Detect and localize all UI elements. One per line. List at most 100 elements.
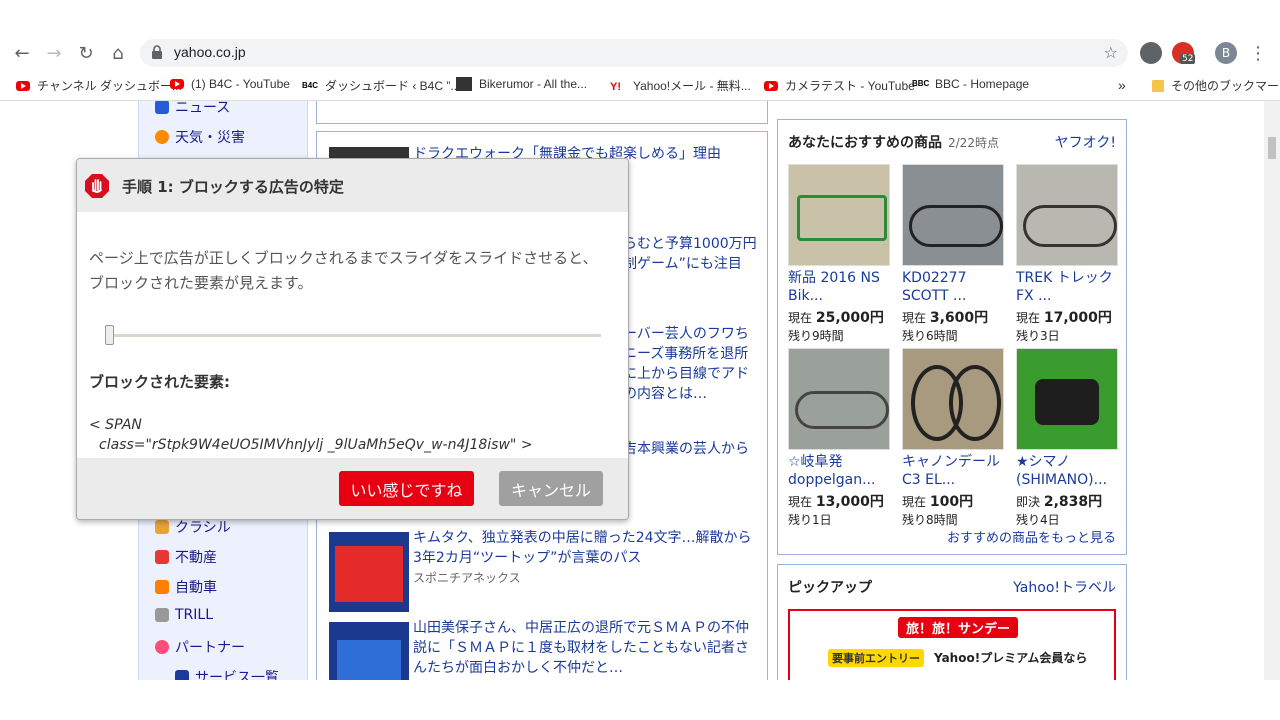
ok-button[interactable]: いい感じですね: [339, 471, 474, 506]
blocked-element-label: ブロックされた要素:: [89, 373, 230, 391]
stop-hand-icon: [85, 174, 109, 198]
slider-track[interactable]: [105, 334, 601, 337]
grid-icon: [175, 670, 189, 680]
calendar-icon: [155, 550, 169, 564]
product-image: [902, 164, 1004, 266]
banner-text: Yahoo!プレミアム会員なら: [934, 651, 1088, 665]
slider-thumb[interactable]: [105, 325, 114, 345]
scrollbar-thumb[interactable]: [1268, 137, 1276, 159]
profile-avatar[interactable]: B: [1215, 42, 1237, 64]
cancel-button[interactable]: キャンセル: [499, 471, 603, 506]
pickup-title: ピックアップ: [788, 580, 872, 596]
news-item[interactable]: 山田美保子さん、中居正広の退所で元ＳＭＡＰの不仲説に「ＳＭＡＰに１度も取材をした…: [413, 618, 753, 678]
banner-entry-badge: 要事前エントリー: [828, 649, 924, 667]
nav-item-kurashiru[interactable]: クラシル: [155, 517, 231, 537]
adblock-dialog: 手順 1: ブロックする広告の特定 ページ上で広告が正しくブロックされるまでスラ…: [76, 158, 629, 520]
bike-icon: [456, 77, 472, 91]
banner-headline: 旅！旅！サンデー: [898, 617, 1019, 638]
product-card[interactable]: ★シマノ(SHIMANO)... 即決 2,838円 残り4日: [1016, 348, 1118, 528]
product-image: [1016, 348, 1118, 450]
home-icon[interactable]: ⌂: [106, 41, 130, 65]
bookmark-item[interactable]: B4C ダッシュボード ‹ B4C ”...: [302, 77, 460, 94]
menu-icon[interactable]: ⋮: [1246, 41, 1270, 65]
news-item[interactable]: キムタク、独立発表の中居に贈った24文字…解散から3年2カ月“ツートップ”が言葉…: [413, 528, 753, 588]
bookmark-star-icon[interactable]: ☆: [1104, 43, 1118, 62]
bookmarks-bar: チャンネル ダッシュボー... (1) B4C - YouTube B4C ダッシ…: [0, 70, 1280, 101]
trill-icon: [155, 608, 169, 622]
product-image: [788, 164, 890, 266]
bbc-icon: BBC: [912, 79, 930, 88]
folder-icon: [1152, 79, 1164, 92]
product-image: [1016, 164, 1118, 266]
bookmark-item[interactable]: Bikerumor - All the...: [456, 77, 587, 91]
product-card[interactable]: 新品 2016 NS Bik... 現在 25,000円 残り9時間: [788, 164, 890, 344]
b4c-icon: B4C: [302, 80, 319, 90]
product-card[interactable]: キャノンデール C3 EL... 現在 100円 残り8時間: [902, 348, 1004, 528]
kurashiru-icon: [155, 520, 169, 534]
news-fragment[interactable]: ーバー芸人のフワち: [623, 324, 763, 344]
product-card[interactable]: KD02277 SCOTT ... 現在 3,600円 残り6時間: [902, 164, 1004, 344]
news-source: スポニチアネックス: [413, 571, 521, 585]
pickup-box: ピックアップ Yahoo!トラベル 旅！旅！サンデー 要事前エントリー Yaho…: [777, 564, 1127, 680]
news-fragment[interactable]: 吉本興業の芸人から: [623, 439, 763, 459]
nav-item-weather[interactable]: 天気・災害: [155, 127, 245, 147]
pickup-banner[interactable]: 旅！旅！サンデー 要事前エントリー Yahoo!プレミアム会員なら: [788, 609, 1116, 680]
youtube-icon: [170, 79, 184, 89]
scrollbar[interactable]: [1264, 101, 1280, 680]
nav-item-news[interactable]: ニュース: [155, 101, 230, 117]
bookmarks-overflow[interactable]: »: [1118, 77, 1126, 93]
youtube-icon: [764, 80, 778, 91]
browser-toolbar: ← → ↻ ⌂ yahoo.co.jp ☆ 52 B ⋮: [0, 36, 1280, 70]
extension-badge: 52: [1180, 54, 1196, 64]
back-icon[interactable]: ←: [10, 41, 34, 65]
news-fragment[interactable]: に上から目線でアド: [623, 364, 763, 384]
page-content: ニュース 天気・災害 クラシル 不動産 自動車 TRILL パートナー サービス…: [0, 101, 1264, 680]
bookmark-item[interactable]: BBC BBC - Homepage: [912, 77, 1029, 91]
yahoo-auction-link[interactable]: ヤフオク!: [1055, 132, 1116, 152]
news-thumbnail: [329, 622, 409, 680]
bookmark-item[interactable]: (1) B4C - YouTube: [170, 77, 290, 91]
address-bar[interactable]: yahoo.co.jp ☆: [140, 39, 1128, 67]
nav-item-services[interactable]: サービス一覧: [175, 667, 279, 680]
news-topics-box: [316, 101, 768, 124]
yahoo-icon: Y!: [610, 80, 621, 93]
dialog-title: 手順 1: ブロックする広告の特定: [122, 178, 344, 196]
product-image: [788, 348, 890, 450]
blocked-element-code: < SPAN class="rStpk9W4eUO5IMVhnJylj _9lU…: [89, 417, 533, 453]
nav-item-partner[interactable]: パートナー: [155, 637, 245, 657]
nav-item-auto[interactable]: 自動車: [155, 577, 217, 597]
heart-icon: [155, 640, 169, 654]
news-fragment[interactable]: ニーズ事務所を退所: [623, 344, 763, 364]
recommend-time: 2/22時点: [948, 136, 999, 150]
forward-icon[interactable]: →: [42, 41, 66, 65]
reload-icon[interactable]: ↻: [74, 41, 98, 65]
browser-titlebar: [0, 0, 1280, 36]
nav-item-realestate[interactable]: 不動産: [155, 547, 217, 567]
lock-icon: [152, 45, 162, 59]
recommend-title: あなたにおすすめの商品 2/22時点: [788, 135, 999, 151]
recommend-box: あなたにおすすめの商品 2/22時点 ヤフオク! 新品 2016 NS Bik..…: [777, 119, 1127, 555]
car-icon: [155, 580, 169, 594]
more-recommendations-link[interactable]: おすすめの商品をもっと見る: [947, 527, 1116, 546]
dialog-header: 手順 1: ブロックする広告の特定: [77, 159, 628, 212]
product-card[interactable]: TREK トレック FX ... 現在 17,000円 残り3日: [1016, 164, 1127, 344]
extension-icon[interactable]: [1140, 42, 1162, 64]
news-fragment[interactable]: 制ゲーム”にも注目: [623, 254, 763, 274]
nav-item-trill[interactable]: TRILL: [155, 607, 213, 623]
dialog-description: ページ上で広告が正しくブロックされるまでスライダをスライドさせると、ブロックされ…: [89, 249, 598, 292]
other-bookmarks[interactable]: その他のブックマーク: [1152, 77, 1280, 94]
product-card[interactable]: ☆岐阜発 doppelgan... 現在 13,000円 残り1日: [788, 348, 890, 528]
adblock-extension-icon[interactable]: 52: [1172, 42, 1196, 64]
youtube-icon: [16, 80, 30, 91]
url-text: yahoo.co.jp: [174, 44, 246, 60]
news-fragment[interactable]: の内容とは…: [623, 384, 763, 404]
dialog-footer: いい感じですね キャンセル: [77, 458, 628, 519]
bookmark-item[interactable]: Y! Yahoo!メール - 無料...: [610, 77, 751, 94]
news-icon: [155, 101, 169, 114]
yahoo-travel-link[interactable]: Yahoo!トラベル: [1013, 577, 1116, 597]
weather-icon: [155, 130, 169, 144]
product-image: [902, 348, 1004, 450]
bookmark-item[interactable]: カメラテスト - YouTube: [764, 77, 915, 94]
news-fragment[interactable]: らむと予算1000万円: [623, 234, 763, 254]
bookmark-item[interactable]: チャンネル ダッシュボー...: [16, 77, 182, 94]
